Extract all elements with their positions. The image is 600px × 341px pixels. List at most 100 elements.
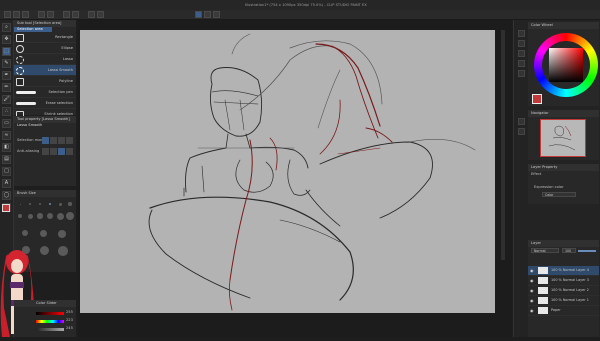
anti-aliasing-weak-button[interactable] bbox=[50, 148, 57, 155]
layer-row[interactable]: ◉ 100 % Normal Layer 4 bbox=[528, 266, 599, 276]
brush-size-preset[interactable] bbox=[19, 203, 21, 205]
brush-size-preset[interactable] bbox=[66, 212, 74, 220]
brush-size-preset[interactable] bbox=[37, 213, 43, 219]
blue-slider[interactable] bbox=[36, 328, 64, 331]
text-tool-icon[interactable]: A bbox=[2, 179, 11, 188]
brush-size-preset[interactable] bbox=[58, 202, 62, 206]
deselect-icon[interactable] bbox=[88, 11, 95, 18]
brush-size-preset[interactable] bbox=[58, 246, 68, 256]
gradient-tool-icon[interactable]: ▤ bbox=[2, 155, 11, 164]
eye-icon[interactable]: ◉ bbox=[530, 298, 534, 303]
color-wheel-title: Color Wheel bbox=[528, 22, 599, 29]
eye-icon[interactable]: ◉ bbox=[530, 268, 534, 273]
saturation-value-square[interactable] bbox=[549, 48, 583, 82]
layer-row[interactable]: ◉ 100 % Normal Layer 3 bbox=[528, 276, 599, 286]
dock-subview-icon[interactable] bbox=[518, 128, 525, 135]
blend-tool-icon[interactable]: ≈ bbox=[2, 131, 11, 140]
green-slider[interactable] bbox=[36, 320, 64, 323]
dock-intermediate-color-icon[interactable] bbox=[518, 50, 525, 57]
opacity-slider[interactable] bbox=[578, 250, 596, 252]
ruler-snap-icon[interactable] bbox=[204, 11, 211, 18]
selection-mode-subtract-button[interactable] bbox=[58, 137, 65, 144]
airbrush-tool-icon[interactable]: ∴ bbox=[2, 107, 11, 116]
brush-size-preset[interactable] bbox=[48, 202, 52, 206]
pencil-tool-icon[interactable]: ✏ bbox=[2, 83, 11, 92]
opacity-field[interactable]: 100 bbox=[562, 248, 576, 253]
redo-icon[interactable] bbox=[47, 11, 54, 18]
brush-size-preset[interactable] bbox=[68, 202, 72, 206]
open-file-icon[interactable] bbox=[13, 11, 20, 18]
figure-tool-icon[interactable]: □ bbox=[2, 167, 11, 176]
expression-color-dropdown[interactable]: Color bbox=[542, 192, 576, 197]
brush-size-preset[interactable] bbox=[47, 213, 53, 219]
anti-aliasing-none-button[interactable] bbox=[42, 148, 49, 155]
layer-row[interactable]: ◉ 100 % Normal Layer 1 bbox=[528, 296, 599, 306]
selection-mode-add-button[interactable] bbox=[50, 137, 57, 144]
invert-selection-icon[interactable] bbox=[97, 11, 104, 18]
sub-tool-polyline[interactable]: Polyline bbox=[14, 76, 76, 87]
layer-row[interactable]: ◉ 100 % Normal Layer 2 bbox=[528, 286, 599, 296]
eye-icon[interactable]: ◉ bbox=[530, 278, 534, 283]
clear-icon[interactable] bbox=[63, 11, 70, 18]
sub-tool-lasso-smooth[interactable]: Lasso Smooth bbox=[14, 65, 76, 76]
eraser-tool-icon[interactable]: ▭ bbox=[2, 119, 11, 128]
transform-icon[interactable] bbox=[72, 11, 79, 18]
brush-size-preset[interactable] bbox=[40, 230, 47, 237]
pen-tool-icon[interactable]: ✒ bbox=[2, 71, 11, 80]
sub-tool-lasso[interactable]: Lasso bbox=[14, 54, 76, 65]
brush-size-preset[interactable] bbox=[58, 230, 66, 238]
dock-approx-color-icon[interactable] bbox=[518, 60, 525, 67]
anti-aliasing-strong-button[interactable] bbox=[66, 148, 73, 155]
sub-tool-selection-pen[interactable]: Selection pen bbox=[14, 87, 76, 98]
brush-size-preset[interactable] bbox=[27, 213, 33, 219]
red-slider[interactable] bbox=[36, 312, 64, 315]
selection-mode-label: Selection mode bbox=[17, 138, 45, 142]
brush-tool-icon[interactable]: 🖌 bbox=[2, 95, 11, 104]
brush-size-preset[interactable] bbox=[40, 246, 50, 256]
pen-snap-icon[interactable] bbox=[195, 11, 202, 18]
navigator-preview[interactable] bbox=[540, 119, 586, 157]
brush-size-preset[interactable] bbox=[29, 203, 31, 205]
dock-color-set-icon[interactable] bbox=[518, 40, 525, 47]
brush-size-preset[interactable] bbox=[56, 212, 64, 220]
eye-icon[interactable]: ◉ bbox=[530, 288, 534, 293]
dock-history-icon[interactable] bbox=[518, 70, 525, 77]
drawing-canvas[interactable] bbox=[80, 30, 495, 313]
red-value[interactable]: 255 bbox=[66, 310, 73, 315]
layer-row[interactable]: ◉ Paper bbox=[528, 306, 599, 316]
new-file-icon[interactable] bbox=[4, 11, 11, 18]
undo-icon[interactable] bbox=[38, 11, 45, 18]
sub-tool-erase-selection[interactable]: Erase selection bbox=[14, 98, 76, 109]
window-title: Illustration1* (754 x 1090px 350dpi 75.0… bbox=[245, 3, 367, 7]
selection-tool-icon[interactable]: ⬚ bbox=[2, 47, 11, 56]
fill-tool-icon[interactable]: ◧ bbox=[2, 143, 11, 152]
move-tool-icon[interactable]: ✥ bbox=[2, 35, 11, 44]
save-icon[interactable] bbox=[22, 11, 29, 18]
canvas-vertical-scrollbar[interactable] bbox=[501, 30, 505, 260]
sub-tool-rectangle[interactable]: Rectangle bbox=[14, 32, 76, 43]
color-slider-panel: Color Slider 255 223 245 bbox=[14, 300, 76, 337]
color-slider-title: Color Slider bbox=[14, 300, 76, 307]
eyedropper-tool-icon[interactable]: ✎ bbox=[2, 59, 11, 68]
dock-navigator-icon[interactable] bbox=[518, 118, 525, 125]
brush-size-title: Brush Size bbox=[14, 190, 76, 197]
sub-tool-ellipse[interactable]: Ellipse bbox=[14, 43, 76, 54]
green-value[interactable]: 223 bbox=[66, 318, 73, 323]
zoom-tool-icon[interactable]: ⌕ bbox=[2, 23, 11, 32]
blue-value[interactable]: 245 bbox=[66, 326, 73, 331]
layer-name: Paper bbox=[551, 308, 561, 312]
balloon-tool-icon[interactable]: ◯ bbox=[2, 191, 11, 200]
grid-snap-icon[interactable] bbox=[213, 11, 220, 18]
brush-size-preset[interactable] bbox=[22, 230, 29, 237]
brush-size-preset[interactable] bbox=[18, 214, 22, 218]
selection-mode-new-button[interactable] bbox=[42, 137, 49, 144]
anti-aliasing-medium-button[interactable] bbox=[58, 148, 65, 155]
eye-icon[interactable]: ◉ bbox=[530, 308, 534, 313]
main-color-swatch[interactable] bbox=[2, 204, 10, 212]
main-color-indicator[interactable] bbox=[532, 94, 542, 104]
blend-mode-dropdown[interactable]: Normal bbox=[531, 248, 559, 253]
dock-color-wheel-icon[interactable] bbox=[518, 30, 525, 37]
layer-thumbnail bbox=[538, 297, 548, 304]
selection-mode-intersect-button[interactable] bbox=[66, 137, 73, 144]
brush-size-preset[interactable] bbox=[39, 203, 41, 205]
